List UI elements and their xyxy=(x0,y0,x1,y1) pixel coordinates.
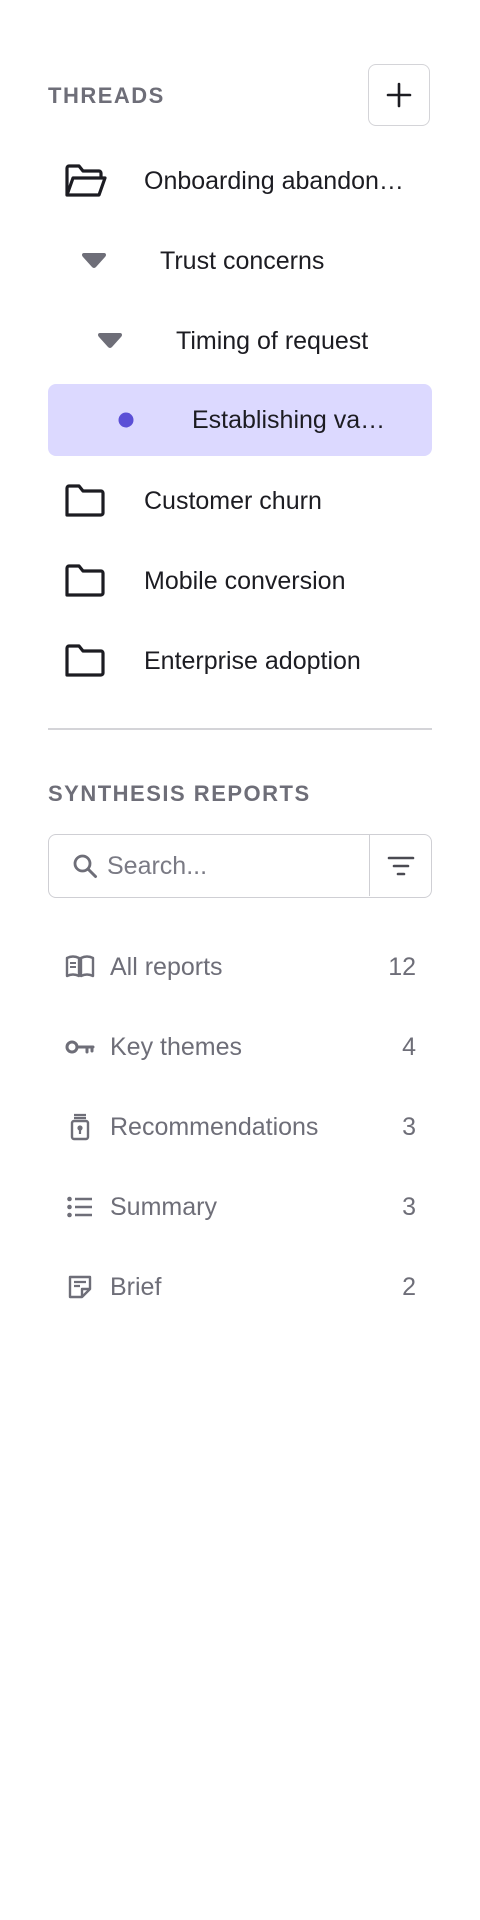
plus-icon xyxy=(386,82,412,108)
thread-item-mobile-conversion[interactable]: Mobile conversion xyxy=(48,545,432,617)
section-divider xyxy=(48,728,432,730)
folder-icon xyxy=(64,483,144,519)
report-label: All reports xyxy=(110,952,223,981)
thread-label: Establishing va… xyxy=(192,405,386,434)
caret-down-icon[interactable] xyxy=(96,332,176,350)
folder-icon xyxy=(64,563,144,599)
folder-icon xyxy=(64,643,144,679)
thread-label: Customer churn xyxy=(144,486,322,515)
report-item-recommendations[interactable]: Recommendations 3 xyxy=(48,1095,432,1159)
thread-label: Trust concerns xyxy=(160,246,325,275)
threads-header: THREADS xyxy=(48,83,165,108)
thread-item-establishing-value[interactable]: Establishing va… xyxy=(48,384,432,456)
thread-item-timing-of-request[interactable]: Timing of request xyxy=(48,305,432,377)
note-icon xyxy=(48,1274,112,1300)
report-count: 12 xyxy=(388,952,416,981)
report-count: 4 xyxy=(402,1032,416,1061)
report-count: 3 xyxy=(402,1192,416,1221)
dot-icon xyxy=(118,412,192,428)
thread-item-onboarding[interactable]: Onboarding abandon… xyxy=(48,145,432,217)
thread-item-trust-concerns[interactable]: Trust concerns xyxy=(48,225,432,297)
key-icon xyxy=(48,1038,112,1056)
report-label: Recommendations xyxy=(110,1112,319,1141)
filter-button[interactable] xyxy=(369,835,431,896)
badge-icon xyxy=(48,1113,112,1141)
thread-label: Mobile conversion xyxy=(144,566,346,595)
add-thread-button[interactable] xyxy=(368,64,430,126)
thread-label: Timing of request xyxy=(176,326,369,355)
thread-label: Onboarding abandon… xyxy=(144,166,404,195)
thread-label: Enterprise adoption xyxy=(144,646,361,675)
report-label: Brief xyxy=(110,1272,162,1301)
report-count: 2 xyxy=(402,1272,416,1301)
report-label: Key themes xyxy=(110,1032,243,1061)
report-item-brief[interactable]: Brief 2 xyxy=(48,1255,432,1319)
filter-icon xyxy=(387,856,414,875)
report-label: Summary xyxy=(110,1192,217,1221)
book-open-icon xyxy=(48,954,112,980)
report-count: 3 xyxy=(402,1112,416,1141)
caret-down-icon[interactable] xyxy=(80,252,160,270)
sidebar: THREADS Onboarding abandon… Trust concer… xyxy=(0,0,480,1920)
thread-item-customer-churn[interactable]: Customer churn xyxy=(48,465,432,537)
reports-header: SYNTHESIS REPORTS xyxy=(48,781,311,806)
report-item-all-reports[interactable]: All reports 12 xyxy=(48,935,432,999)
report-search xyxy=(48,834,432,898)
list-icon xyxy=(48,1195,112,1219)
report-item-summary[interactable]: Summary 3 xyxy=(48,1175,432,1239)
thread-item-enterprise-adoption[interactable]: Enterprise adoption xyxy=(48,625,432,697)
report-item-key-themes[interactable]: Key themes 4 xyxy=(48,1015,432,1079)
search-input[interactable] xyxy=(107,851,337,881)
folder-open-icon xyxy=(64,163,144,199)
